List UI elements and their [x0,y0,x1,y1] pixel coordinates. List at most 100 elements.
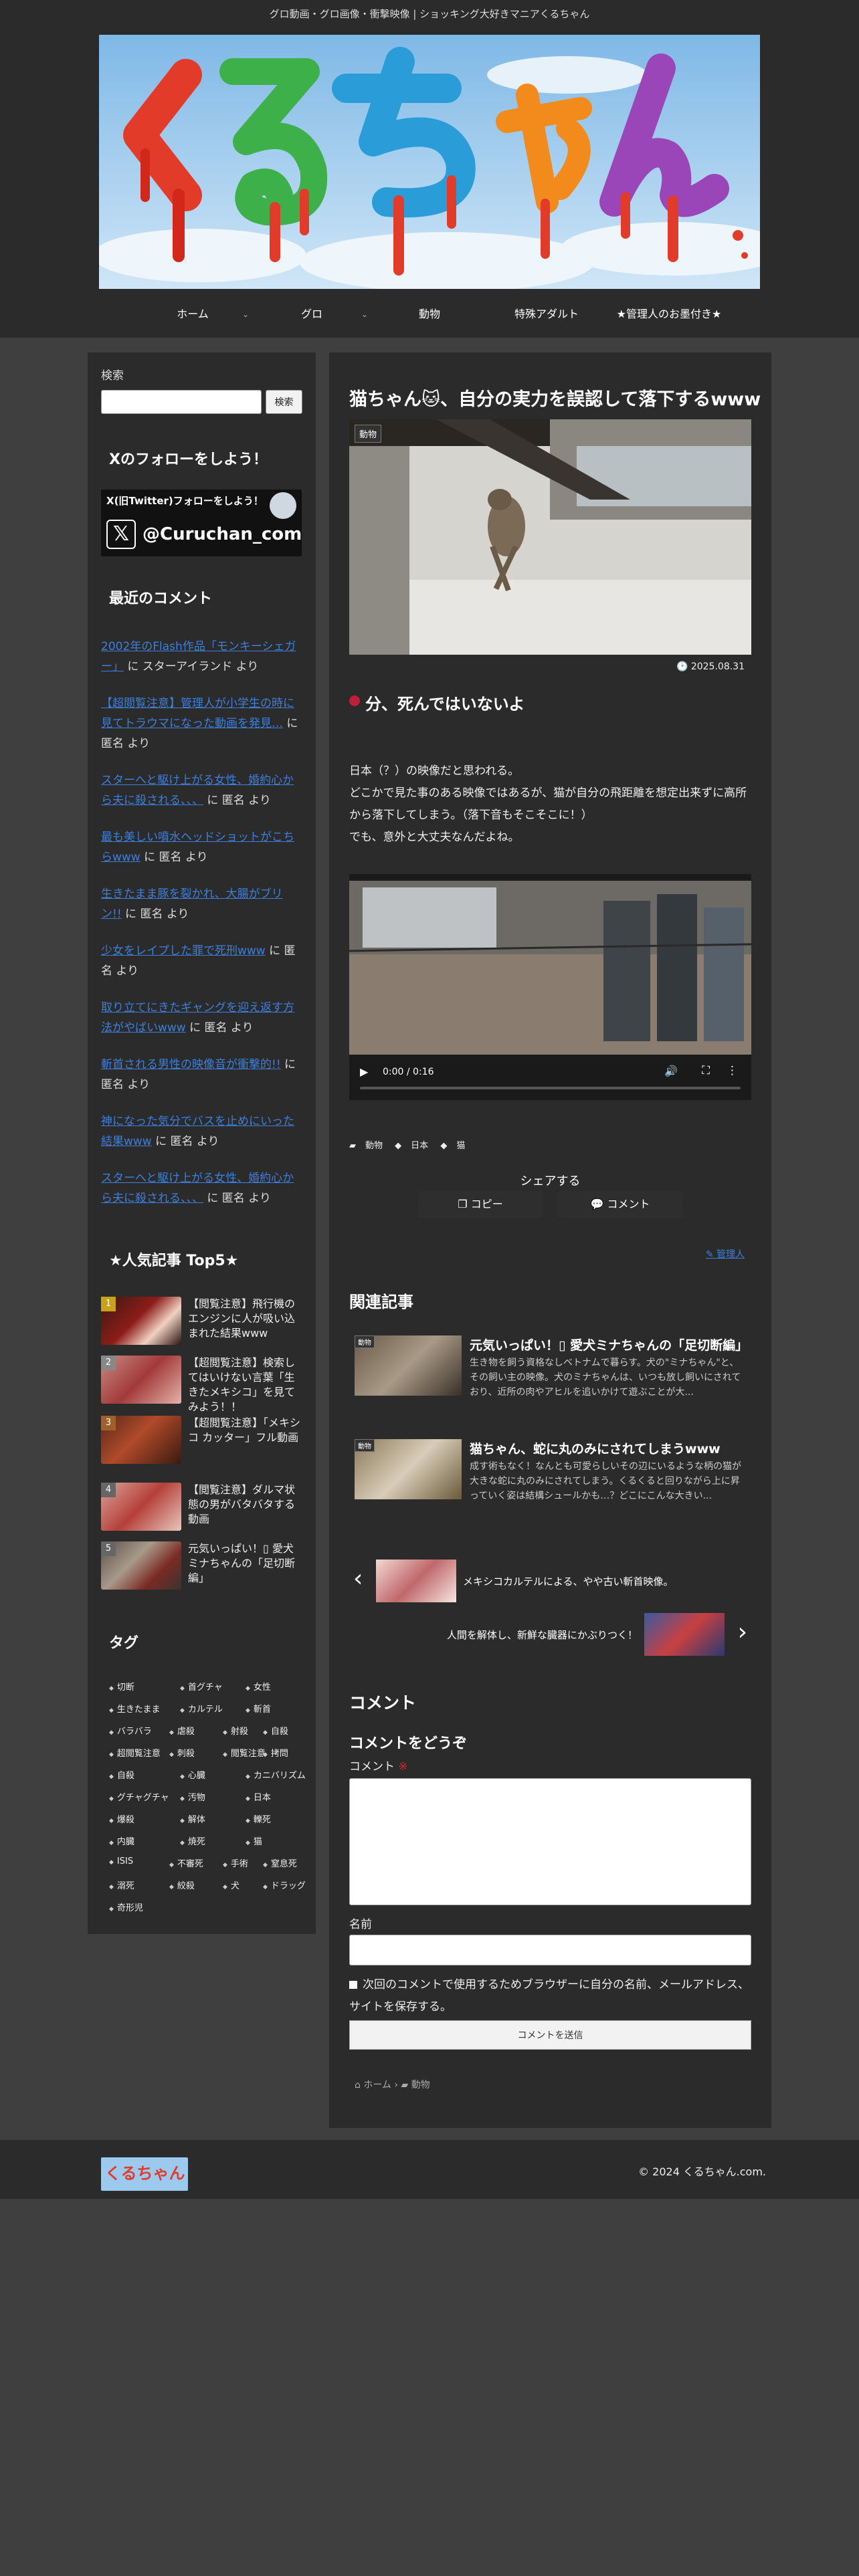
tag-link[interactable]: 自殺 [263,1724,288,1737]
prev-post-link[interactable]: ‹ メキシコカルテルによる、やや古い斬首映像。 [349,1553,751,1606]
popular-post-title[interactable]: 元気いっぱい！▯ 愛犬ミナちゃんの「足切断編」 [188,1541,302,1586]
popular-post-title[interactable]: 【閲覧注意】ダルマ状態の男がバタバタする動画 [188,1483,302,1527]
tag-link[interactable]: 手術 [223,1856,248,1869]
nav-item-special-adult[interactable]: 特殊アダルト [496,301,597,328]
comment-post-link[interactable]: 斬首される男性の映像音が衝撃的!! [101,1058,281,1071]
tag-link[interactable]: ドラッグ [263,1879,306,1891]
video-progress-bar[interactable] [360,1087,741,1089]
next-post-link[interactable]: 人間を解体し、新鮮な臓器にかぶりつく！ › [349,1606,751,1660]
popular-post[interactable]: 5 元気いっぱい！▯ 愛犬ミナちゃんの「足切断編」 [101,1541,302,1590]
tag-link[interactable]: グチャグチャ [109,1790,169,1803]
chevron-right-icon[interactable]: › [738,1618,747,1646]
post-tag-link[interactable]: 日本 [411,1141,428,1151]
tag-link[interactable]: 汚物 [180,1790,205,1803]
nav-item-guro[interactable]: グロ [272,301,352,328]
volume-icon[interactable]: 🔊 [664,1065,678,1077]
nav-item-animals[interactable]: 動物 [389,301,470,328]
video-controls: ▶ 0:00 / 0:16 🔊 ⛶ ⋮ [349,1059,751,1100]
name-input[interactable] [349,1935,751,1965]
nav-item-home[interactable]: ホーム [153,301,233,328]
tag-link[interactable]: 心臓 [180,1768,205,1781]
recent-comment: 2002年のFlash作品「モンキーシェガー」 に スターアイランド より [101,637,302,677]
tag-link[interactable]: 斬首 [246,1702,271,1715]
author-link[interactable]: ✎ 管理人 [706,1247,745,1261]
tag-link[interactable]: 猫 [246,1834,262,1847]
popular-post[interactable]: 2 【超閲覧注意】検索してはいけない言葉「生きたメキシコ」を見てみよう！！ [101,1356,302,1413]
play-icon[interactable]: ▶ [360,1065,368,1078]
site-logo-banner[interactable] [99,35,760,289]
footer-logo[interactable]: くるちゃん [101,2157,188,2191]
chevron-down-icon[interactable]: ⌄ [242,301,249,328]
tag-link[interactable]: 虐殺 [169,1724,195,1737]
tag-link[interactable]: 拷問 [263,1746,288,1759]
tag-link[interactable]: 焼死 [180,1834,205,1847]
tag-link[interactable]: 犬 [223,1879,240,1891]
popular-post[interactable]: 1 【閲覧注意】飛行機のエンジンに人が吸い込まれた結果www [101,1297,302,1345]
chevron-down-icon[interactable]: ⌄ [361,301,368,328]
next-post-thumbnail[interactable] [644,1613,725,1656]
tag-link[interactable]: 射殺 [223,1724,248,1737]
video-player[interactable]: ▶ 0:00 / 0:16 🔊 ⛶ ⋮ [349,874,751,1100]
comment-post-link[interactable]: 少女をレイプした罪で死刑www [101,944,266,958]
tag-link[interactable]: カニバリズム [246,1768,306,1781]
submit-comment-button[interactable]: コメントを送信 [349,2020,751,2050]
clock-icon: 🕑 [676,661,688,672]
tag-link[interactable]: 切断 [109,1680,134,1693]
tag-link[interactable]: バラバラ [109,1724,152,1737]
tag-link[interactable]: 自殺 [109,1768,134,1781]
copy-link-button[interactable]: ❐ コピー [418,1191,543,1218]
logo-image [99,35,760,289]
prev-post-thumbnail[interactable] [376,1560,456,1602]
prev-post-title[interactable]: メキシコカルテルによる、やや古い斬首映像。 [463,1574,674,1588]
comment-textarea[interactable] [349,1778,751,1905]
tag-link[interactable]: 絞殺 [169,1879,195,1891]
tag-link[interactable]: 刺殺 [169,1746,195,1759]
breadcrumb-category[interactable]: 動物 [411,2080,430,2090]
related-post-title[interactable]: 元気いっぱい！▯ 愛犬ミナちゃんの「足切断編」 [470,1335,744,1354]
pencil-icon: ✎ [705,1249,714,1260]
search-input[interactable] [101,390,262,414]
x-follow-banner[interactable]: X(旧Twitter)フォローをしよう！ 𝕏 @Curuchan_com [101,490,302,556]
tag-link[interactable]: 溺死 [109,1879,134,1891]
tag-link[interactable]: 解体 [180,1812,205,1825]
post-tag-link[interactable]: 猫 [456,1141,465,1151]
tag-link[interactable]: 日本 [246,1790,271,1803]
related-post[interactable]: 動物 猫ちゃん、蛇に丸のみにされてしまうwww 成す術もなく！なんとも可愛らしい… [349,1434,751,1502]
tag-link[interactable]: 女性 [246,1680,271,1693]
tag-link[interactable]: 閲覧注意 [223,1746,266,1759]
post-category-link[interactable]: 動物 [365,1141,383,1151]
related-post-snippet: 生き物を飼う資格なしベトナムで暮らす。犬の"ミナちゃん"と、その飼い主の映像。犬… [470,1358,741,1398]
tag-link[interactable]: 生きたまま [109,1702,161,1715]
rank-badge: 2 [101,1356,116,1370]
tag-link[interactable]: カルテル [180,1702,223,1715]
popular-post-title[interactable]: 【超閲覧注意】検索してはいけない言葉「生きたメキシコ」を見てみよう！！ [188,1356,302,1414]
tag-link[interactable]: 窒息死 [263,1856,297,1869]
popular-post-title[interactable]: 【超閲覧注意】「メキシコ カッター」フル動画 [188,1416,302,1445]
comment-post-link[interactable]: 【超閲覧注意】管理人が小学生の時に見てトラウマになった動画を発見… [101,697,294,730]
related-post[interactable]: 動物 元気いっぱい！▯ 愛犬ミナちゃんの「足切断編」 生き物を飼う資格なしベトナ… [349,1330,751,1398]
related-post-title[interactable]: 猫ちゃん、蛇に丸のみにされてしまうwww [470,1439,744,1457]
breadcrumb-home[interactable]: ホーム [363,2080,391,2090]
search-button[interactable]: 検索 [266,390,302,414]
tag-link[interactable]: 首グチャ [180,1680,223,1693]
tag-link[interactable]: 超閲覧注意 [109,1746,161,1759]
tag-link[interactable]: 不審死 [169,1856,203,1869]
category-badge[interactable]: 動物 [355,425,382,443]
tag-link[interactable]: 轢死 [246,1812,271,1825]
comment-link-button[interactable]: 💬 コメント [558,1191,682,1218]
more-options-icon[interactable]: ⋮ [727,1064,738,1077]
tag-link[interactable]: ISIS [109,1856,133,1866]
save-info-checkbox[interactable] [349,1981,357,1989]
author-name: 管理人 [717,1249,745,1260]
popular-post[interactable]: 3 【超閲覧注意】「メキシコ カッター」フル動画 [101,1416,302,1464]
next-post-title[interactable]: 人間を解体し、新鮮な臓器にかぶりつく！ [447,1628,638,1642]
popular-post[interactable]: 4 【閲覧注意】ダルマ状態の男がバタバタする動画 [101,1483,302,1531]
tag-link[interactable]: 内臓 [109,1834,134,1847]
tag-link[interactable]: 奇形児 [109,1901,143,1913]
chevron-left-icon[interactable]: ‹ [353,1565,363,1592]
nav-item-admin-picks[interactable]: ★管理人のお墨付き★ [602,301,736,328]
tag-link[interactable]: 爆殺 [109,1812,134,1825]
fullscreen-icon[interactable]: ⛶ [702,1064,710,1077]
popular-post-title[interactable]: 【閲覧注意】飛行機のエンジンに人が吸い込まれた結果www [188,1297,302,1341]
post-date-text: 2025.08.31 [690,661,745,672]
